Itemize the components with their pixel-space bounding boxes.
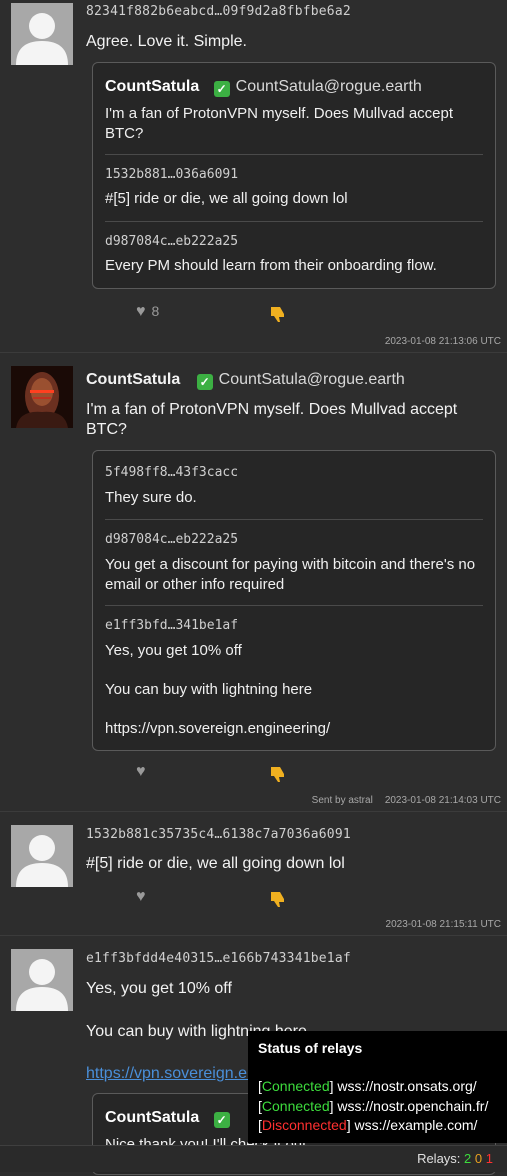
post-2: CountSatula ✓ CountSatula@rogue.earth I'm… (0, 353, 507, 812)
reply-text: You can buy with lightning here (105, 681, 313, 698)
relay-row: [Disconnected] wss://example.com/ (258, 1117, 478, 1133)
reply-id[interactable]: 5f498ff8…43f3cacc (105, 465, 238, 480)
post-text: #[5] ride or die, we all going down lol (86, 855, 345, 872)
thumbs-down-icon[interactable] (268, 889, 288, 909)
avatar[interactable] (11, 366, 73, 428)
timestamp: 2023-01-08 21:13:06 UTC (384, 336, 501, 347)
post-id[interactable]: 82341f882b6eabcd…09f9d2a8fbfbe6a2 (86, 4, 351, 19)
relay-row: [Connected] wss://nostr.onsats.org/ (258, 1078, 477, 1094)
verified-check-icon: ✓ (213, 1112, 230, 1128)
post-1: 82341f882b6eabcd…09f9d2a8fbfbe6a2 Agree.… (0, 0, 507, 353)
like-button[interactable]: ♥ 8 (136, 303, 159, 321)
reply-text: #[5] ride or die, we all going down lol (105, 190, 348, 207)
reply-text: Every PM should learn from their onboard… (105, 257, 437, 274)
default-avatar-icon (11, 3, 73, 65)
author-name[interactable]: CountSatula (86, 371, 180, 388)
relays-label: Relays: (417, 1151, 461, 1166)
connected-count: 2 (464, 1151, 472, 1166)
quote-author[interactable]: CountSatula (105, 78, 199, 95)
verified-check-icon: ✓ (213, 81, 230, 97)
divider (105, 154, 483, 155)
author-header: CountSatula ✓ CountSatula@rogue.earth (86, 370, 405, 390)
relay-status-popup: Status of relays [Connected] wss://nostr… (248, 1031, 507, 1143)
relay-status: Disconnected (261, 1117, 347, 1133)
avatar[interactable] (11, 949, 73, 1011)
reply-id[interactable]: e1ff3bfd…341be1af (105, 618, 238, 633)
thumbs-down-icon[interactable] (268, 304, 288, 324)
like-button[interactable]: ♥ (136, 763, 146, 781)
like-button[interactable]: ♥ (136, 888, 146, 906)
reply-id[interactable]: 1532b881…036a6091 (105, 167, 238, 182)
reply-text: You get a discount for paying with bitco… (105, 556, 476, 593)
post-id[interactable]: 1532b881c35735c4…6138c7a7036a6091 (86, 827, 351, 842)
like-count: 8 (151, 303, 160, 319)
pending-count: 0 (474, 1151, 483, 1166)
timestamp: 2023-01-08 21:14:03 UTC (384, 795, 501, 806)
post-id[interactable]: e1ff3bfdd4e40315…e166b743341be1af (86, 951, 351, 966)
verified-check-icon: ✓ (196, 374, 213, 390)
divider (105, 605, 483, 606)
divider (105, 221, 483, 222)
relay-row: [Connected] wss://nostr.openchain.fr/ (258, 1098, 489, 1114)
avatar[interactable] (11, 825, 73, 887)
reply-text: Yes, you get 10% off (105, 642, 242, 659)
timestamp-row: Sent by astral 2023-01-08 21:14:03 UTC (312, 795, 501, 806)
reply-id[interactable]: d987084c…eb222a25 (105, 234, 238, 249)
status-bar: Relays: 2 0 1 (0, 1145, 507, 1172)
heart-icon: ♥ (136, 763, 146, 780)
relay-status: Connected (261, 1078, 330, 1094)
relay-url: wss://example.com/ (354, 1117, 478, 1133)
default-avatar-icon (11, 949, 73, 1011)
heart-icon: ♥ (136, 303, 146, 320)
default-avatar-icon (11, 825, 73, 887)
post-text: I'm a fan of ProtonVPN myself. Does Mull… (86, 401, 458, 438)
sent-by: Sent by astral (311, 795, 373, 806)
reply-id[interactable]: d987084c…eb222a25 (105, 532, 238, 547)
quote-text: I'm a fan of ProtonVPN myself. Does Mull… (105, 105, 454, 142)
divider (105, 519, 483, 520)
quoted-post[interactable]: CountSatula ✓ CountSatula@rogue.earth I'm… (92, 62, 496, 289)
reply-link[interactable]: https://vpn.sovereign.engineering/ (105, 719, 485, 739)
profile-picture-icon (11, 366, 73, 428)
avatar[interactable] (11, 3, 73, 65)
relay-status: Connected (261, 1098, 330, 1114)
post-3: 1532b881c35735c4…6138c7a7036a6091 #[5] r… (0, 812, 507, 936)
heart-icon: ♥ (136, 888, 146, 905)
relay-counter[interactable]: Relays: 2 0 1 (417, 1151, 493, 1166)
relay-url: wss://nostr.openchain.fr/ (337, 1098, 489, 1114)
quote-header: CountSatula ✓ (105, 1109, 236, 1128)
popup-title: Status of relays (258, 1040, 363, 1056)
replies-box: 5f498ff8…43f3cacc They sure do. d987084c… (92, 450, 496, 751)
author-nip05: CountSatula@rogue.earth (218, 371, 405, 388)
disconnected-count: 1 (485, 1151, 493, 1166)
reply-text: They sure do. (105, 489, 197, 506)
timestamp: 2023-01-08 21:15:11 UTC (385, 919, 501, 930)
quote-header: CountSatula ✓ CountSatula@rogue.earth (105, 78, 422, 97)
quote-nip05: CountSatula@rogue.earth (235, 78, 422, 95)
quote-author[interactable]: CountSatula (105, 1109, 199, 1126)
thumbs-down-icon[interactable] (268, 764, 288, 784)
post-text: Yes, you get 10% off (86, 980, 232, 997)
post-text: Agree. Love it. Simple. (86, 33, 247, 50)
relay-url: wss://nostr.onsats.org/ (337, 1078, 477, 1094)
